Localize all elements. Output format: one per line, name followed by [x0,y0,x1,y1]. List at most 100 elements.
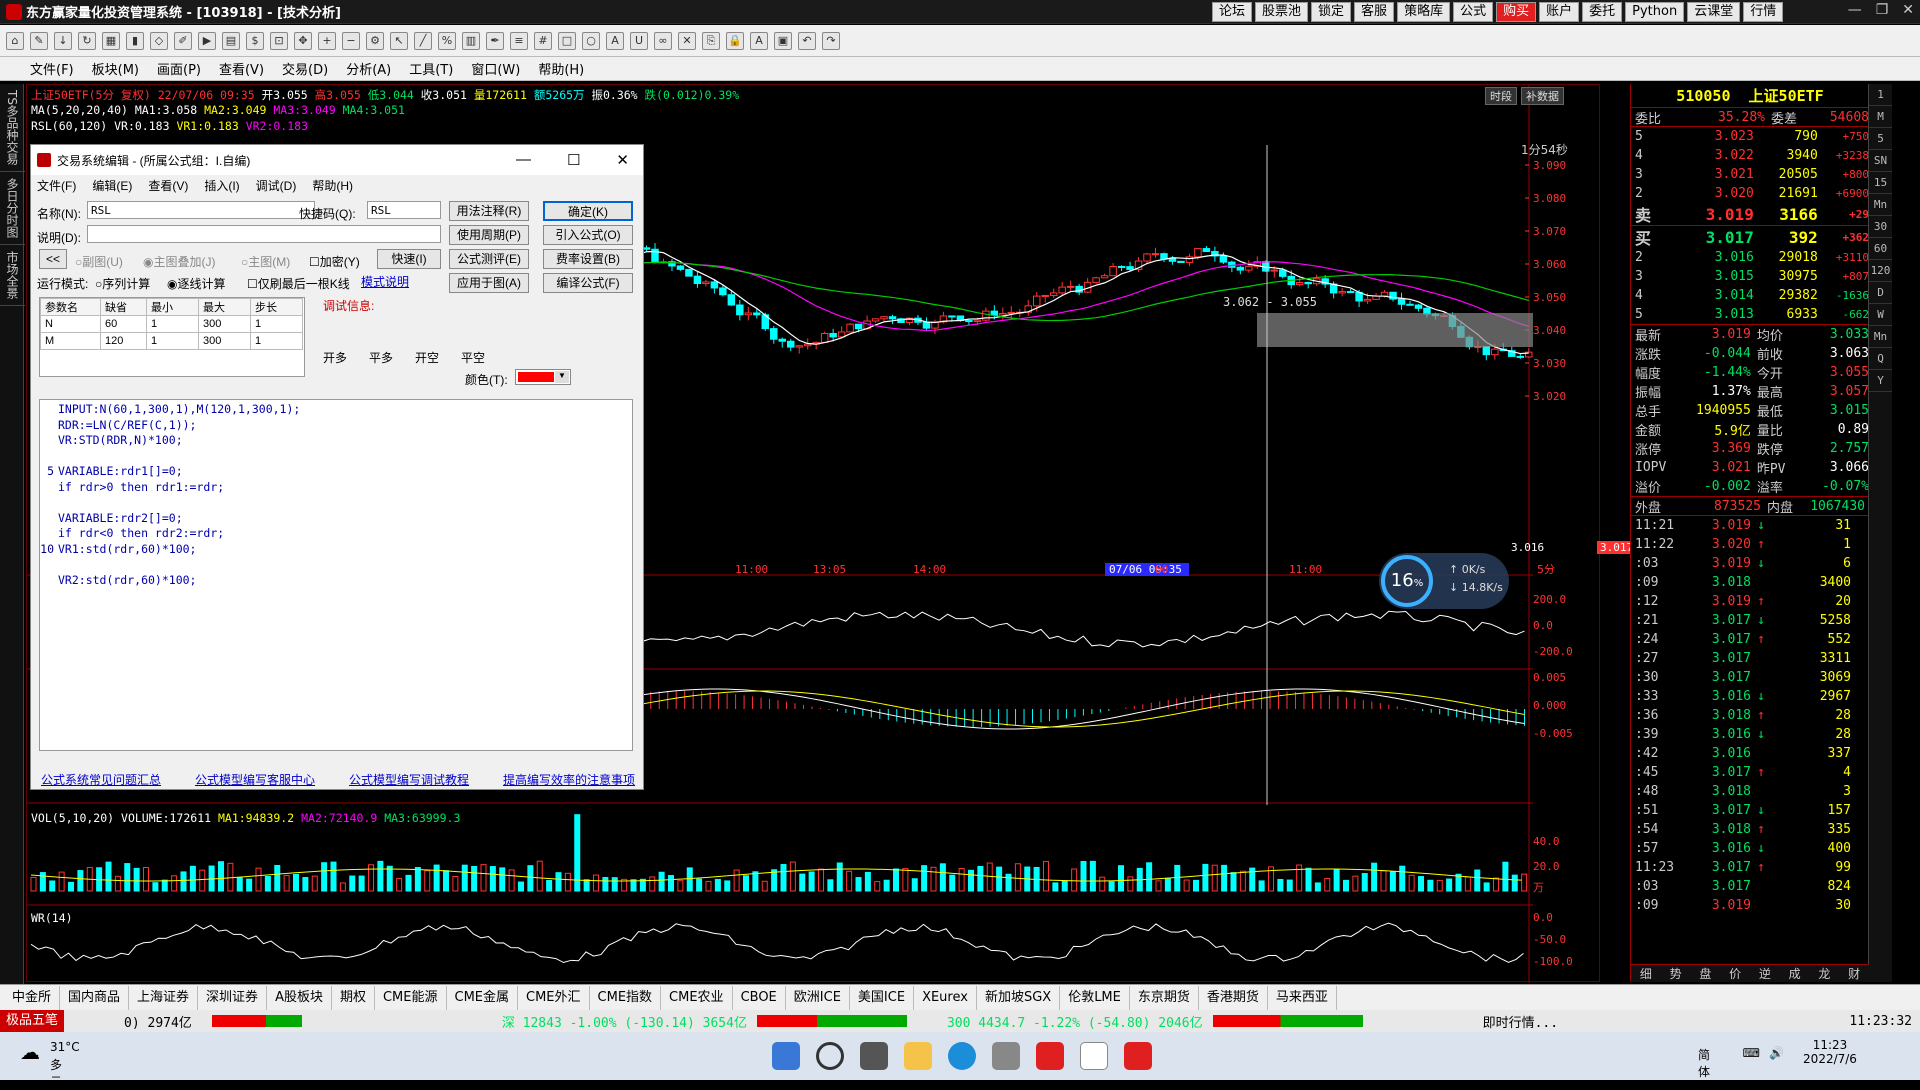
market-tab-2[interactable]: 上海证券 [129,985,199,1010]
help-link-2[interactable]: 公式模型编写调试教程 [349,771,469,788]
quote-tab-7[interactable]: 财 [1839,965,1869,982]
market-tab-0[interactable]: 中金所 [4,985,61,1010]
formula-test-button[interactable]: 公式测评(E) [449,249,529,269]
close-icon[interactable]: ✕ [1902,2,1914,18]
market-tab-17[interactable]: 东京期货 [1130,985,1199,1010]
radio-overlay[interactable]: ◉主图叠加(J) [143,253,215,270]
market-tab-4[interactable]: A股板块 [267,985,332,1010]
market-tab-10[interactable]: CME农业 [661,985,733,1010]
mode-per-bar-radio[interactable]: ◉逐线计算 [167,275,226,292]
encrypt-checkbox[interactable]: ☐加密(Y) [309,253,360,270]
back-nav-button[interactable]: << [39,249,67,269]
home-icon[interactable]: ⌂ [6,31,24,50]
market-tab-16[interactable]: 伦敦LME [1060,985,1130,1010]
params-cell[interactable]: 300 [198,332,251,350]
notepad-icon[interactable] [1080,1042,1108,1070]
radio-main[interactable]: ○主图(M) [241,253,290,270]
bar-chart-icon[interactable]: ▮ [126,31,144,50]
market-tab-9[interactable]: CME指数 [590,985,662,1010]
period-tab-1[interactable]: M [1869,106,1892,128]
period-tab-9[interactable]: D [1869,282,1892,304]
market-tab-13[interactable]: 美国ICE [850,985,915,1010]
fee-settings-button[interactable]: 费率设置(B) [543,249,633,269]
help-link-0[interactable]: 公式系统常见问题汇总 [41,771,161,788]
sells-level-row[interactable]: 5 3.023 790 +750 [1631,127,1869,146]
dialog-menu-item-3[interactable]: 插入(I) [204,177,239,194]
menu-item-1[interactable]: 板块(M) [92,59,139,78]
params-cell[interactable]: 1 [146,332,199,350]
document-icon[interactable]: ▤ [222,31,240,50]
period-tab-2[interactable]: 5 [1869,128,1892,150]
start-icon[interactable] [772,1042,800,1070]
params-cell[interactable]: 1 [250,332,303,350]
period-tab-0[interactable]: 1 [1869,84,1892,106]
compile-formula-button[interactable]: 编译公式(F) [543,273,633,293]
period-tab-3[interactable]: SN [1869,150,1892,172]
trading-app-icon[interactable] [1036,1042,1064,1070]
dialog-minimize-icon[interactable]: — [516,151,531,169]
table-icon[interactable]: ▥ [462,31,480,50]
period-tab-10[interactable]: W [1869,304,1892,326]
cursor-icon[interactable]: ↖ [390,31,408,50]
params-cell[interactable]: M [40,332,101,350]
move-icon[interactable]: ✥ [294,31,312,50]
topnav-button-11[interactable]: 行情 [1743,2,1784,22]
dialog-close-icon[interactable]: ✕ [616,151,629,169]
copy-icon[interactable]: ⎘ [702,31,720,50]
hline-icon[interactable]: ≡ [510,31,528,50]
save-icon[interactable]: ▣ [774,31,792,50]
ime-indicator[interactable]: 极品五笔 [0,1010,65,1032]
quote-tab-3[interactable]: 价 [1720,965,1750,982]
period-tab-11[interactable]: Mn [1869,326,1892,348]
rect-icon[interactable]: □ [558,31,576,50]
left-tab-1[interactable]: 多日分时图 [0,172,25,245]
sells-level-row[interactable]: 4 3.022 3940 +3238 [1631,146,1869,165]
dialog-menu-item-2[interactable]: 查看(V) [148,177,188,194]
topnav-button-10[interactable]: 云课堂 [1687,2,1741,22]
quote-tab-6[interactable]: 龙 [1810,965,1840,982]
quote-tab-0[interactable]: 细 [1631,965,1661,982]
ok-button[interactable]: 确定(K) [543,201,633,221]
topnav-button-0[interactable]: 论坛 [1212,2,1253,22]
file-explorer-icon[interactable] [904,1042,932,1070]
params-row[interactable]: M 120 1 300 1 [40,332,303,350]
sells-level-row[interactable]: 卖 3.019 3166 +29 [1631,203,1869,226]
zoom-out-icon[interactable]: − [342,31,360,50]
menu-item-4[interactable]: 交易(D) [282,59,328,78]
params-cell[interactable]: 1 [250,315,303,333]
mode-sequence-radio[interactable]: ○序列计算 [95,275,150,292]
market-tab-3[interactable]: 深圳证券 [198,985,268,1010]
params-cell[interactable]: 60 [100,315,147,333]
text-tool-icon[interactable]: A [606,31,624,50]
left-tab-2[interactable]: 市场全景 [0,245,25,306]
period-tab-4[interactable]: 15 [1869,172,1892,194]
period-tab-13[interactable]: Y [1869,370,1892,392]
topnav-button-7[interactable]: 账户 [1539,2,1580,22]
zoom-in-icon[interactable]: + [318,31,336,50]
signal-tab-3[interactable]: 平空 [461,349,485,366]
signal-tab-0[interactable]: 开多 [323,349,347,366]
period-tab-7[interactable]: 60 [1869,238,1892,260]
maximize-icon[interactable]: ❐ [1876,2,1889,18]
params-row[interactable]: N 60 1 300 1 [40,315,303,333]
menu-item-6[interactable]: 工具(T) [409,59,453,78]
weather-widget[interactable]: ☁ 31°C 多云 [20,1040,80,1089]
usage-notes-button[interactable]: 用法注释(R) [449,201,529,221]
topnav-button-9[interactable]: Python [1625,2,1685,22]
refresh-icon[interactable]: ↻ [78,31,96,50]
period-tab-5[interactable]: Mn [1869,194,1892,216]
desc-input[interactable] [87,225,441,243]
fast-button[interactable]: 快速(I) [377,249,441,269]
dialog-menu-item-4[interactable]: 调试(D) [256,177,297,194]
market-tab-6[interactable]: CME能源 [375,985,447,1010]
network-icon[interactable]: ⌨ [1743,1046,1760,1060]
sells-level-row[interactable]: 3 3.021 20505 +800 [1631,165,1869,184]
formula-code-editor[interactable]: INPUT:N(60,1,300,1),M(120,1,300,1); RDR:=… [39,399,633,751]
period-tab-12[interactable]: Q [1869,348,1892,370]
topnav-button-4[interactable]: 策略库 [1397,2,1451,22]
params-cell[interactable]: N [40,315,101,333]
tick-list[interactable]: 11:21 3.019 ↓ 31 11:22 3.020 ↑ 1:03 3.019 ↓ 6:09 3.… [1631,516,1869,915]
quote-tab-2[interactable]: 盘 [1691,965,1721,982]
download-icon[interactable]: ↓ [54,31,72,50]
market-tab-12[interactable]: 欧洲ICE [786,985,850,1010]
